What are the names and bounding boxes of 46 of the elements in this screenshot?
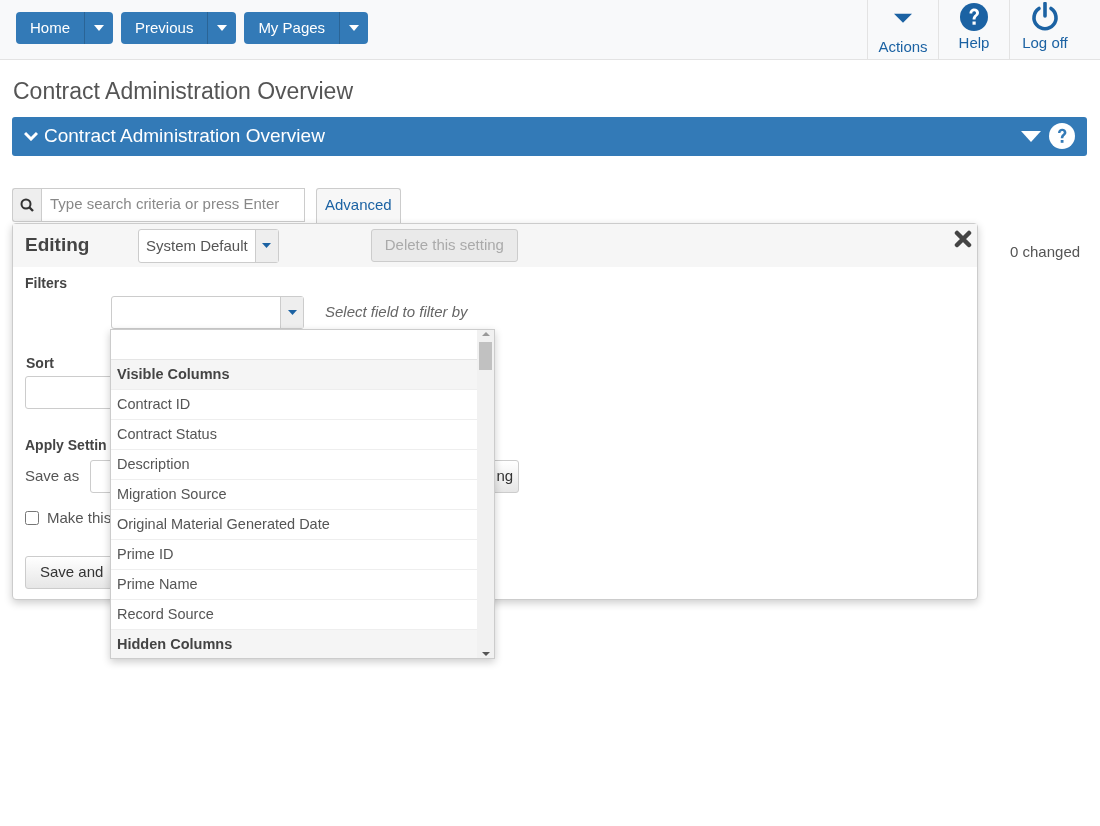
power-icon [1030, 2, 1060, 32]
dropdown-option[interactable]: Contract ID [111, 390, 477, 420]
caret-icon [287, 310, 297, 315]
caret-icon [217, 25, 228, 31]
apply-settings-label: Apply Settin [25, 436, 107, 455]
option-group-header: Hidden Columns [111, 630, 477, 658]
panel-title: Editing [25, 233, 91, 258]
filters-label: Filters [25, 274, 68, 293]
caret-icon [894, 12, 912, 25]
dropdown-option[interactable]: Contract Status [111, 420, 477, 450]
search-icon [20, 197, 34, 212]
sort-label: Sort [26, 354, 54, 373]
close-icon [954, 230, 972, 249]
default-checkbox-label: Make this [47, 507, 112, 528]
dropdown-option[interactable]: Migration Source [111, 480, 477, 510]
nav-split-button[interactable]: My Pages [244, 12, 369, 44]
dropdown-option[interactable]: Prime Name [111, 570, 477, 600]
changed-count: 0 changed [1010, 242, 1081, 262]
caret-icon [94, 25, 104, 31]
scroll-up-arrow-icon [480, 330, 491, 338]
dropdown-option[interactable]: Prime ID [111, 540, 477, 570]
option-group-header: Visible Columns [111, 360, 477, 390]
help-button[interactable]: Help [938, 0, 1009, 59]
search-field[interactable]: Type search criteria or press Enter [41, 187, 305, 222]
default-checkbox[interactable] [25, 510, 39, 525]
scroll-down-arrow-icon [480, 650, 491, 658]
actions-button[interactable]: Actions [867, 0, 938, 59]
filter-field-select[interactable] [111, 296, 304, 329]
advanced-button[interactable]: Advanced [316, 187, 401, 223]
caret-icon [1021, 130, 1041, 142]
setting-select[interactable]: System Default [138, 228, 279, 263]
dropdown-search-field[interactable] [111, 330, 477, 360]
scrollbar[interactable] [477, 330, 494, 658]
scrollbar-thumb[interactable] [479, 342, 492, 370]
page-title: Contract Administration Overview [13, 77, 354, 106]
dropdown-option[interactable]: Description [111, 450, 477, 480]
nav-split-button[interactable]: Home [16, 12, 113, 44]
caret-icon [262, 243, 272, 248]
save-as-label: Save as [25, 465, 80, 486]
caret-icon [349, 25, 360, 31]
help-icon [1049, 123, 1075, 149]
section-header-bar[interactable]: Contract Administration Overview [12, 116, 1087, 156]
dropdown-option[interactable]: Original Material Generated Date [111, 510, 477, 540]
nav-split-button[interactable]: Previous [121, 12, 237, 44]
filter-hint: Select field to filter by [325, 302, 468, 323]
log-off-button[interactable]: Log off [1009, 0, 1080, 59]
